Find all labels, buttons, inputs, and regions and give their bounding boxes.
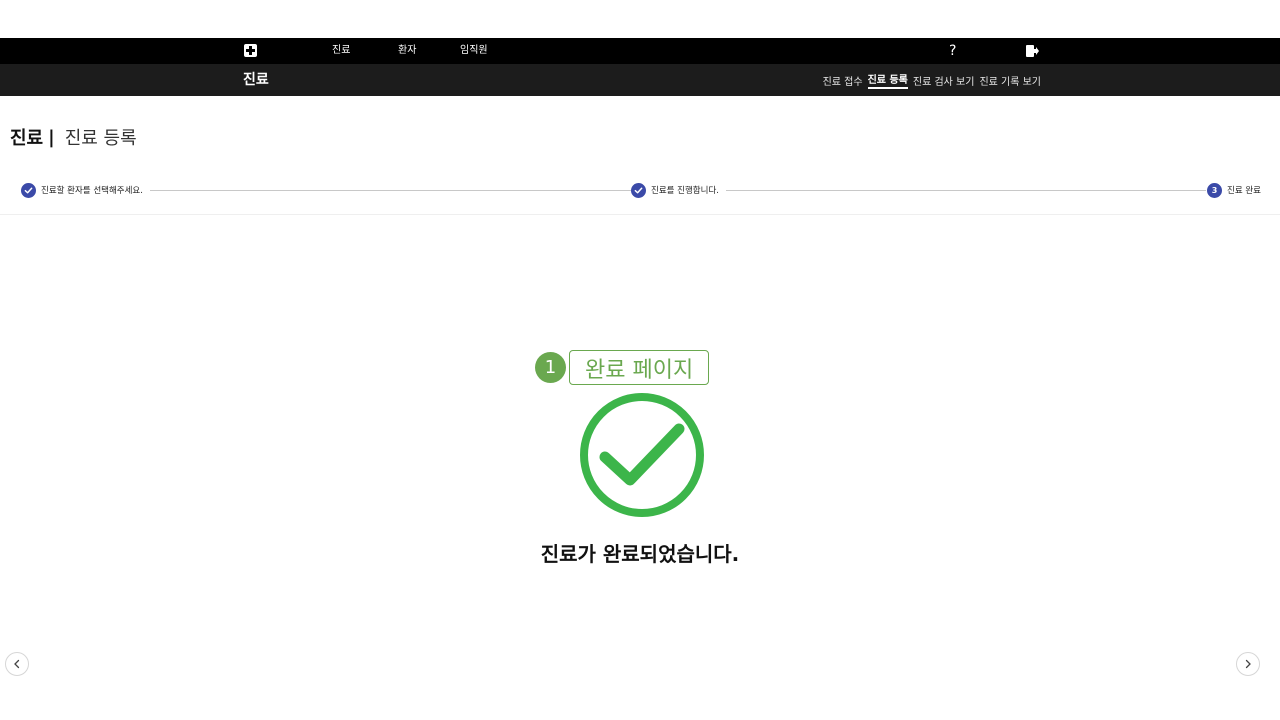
check-icon — [631, 182, 646, 198]
section-bar: 진료 진료 접수 진료 등록 진료 검사 보기 진료 기록 보기 — [0, 64, 1280, 96]
subnav-item-records[interactable]: 진료 기록 보기 — [979, 73, 1041, 88]
subnav-item-reception[interactable]: 진료 접수 — [823, 73, 863, 88]
menu-item-staff[interactable]: 임직원 — [460, 38, 488, 64]
check-circle-icon — [580, 393, 704, 517]
step-label: 진료를 진행합니다. — [651, 186, 719, 196]
page-title-separator: | — [48, 126, 55, 148]
check-icon — [21, 182, 36, 198]
step-in-progress: 진료를 진행합니다. — [631, 182, 719, 198]
menu-item-patients[interactable]: 환자 — [398, 38, 416, 64]
completion-message: 진료가 완료되었습니다. — [540, 542, 740, 566]
subnav-item-exams[interactable]: 진료 검사 보기 — [913, 73, 975, 88]
menu-item-medical[interactable]: 진료 — [332, 38, 350, 64]
step-select-patient: 진료할 환자를 선택해주세요. — [21, 182, 143, 198]
annotation-label: 완료 페이지 — [569, 350, 710, 385]
stepper-connector — [726, 190, 1206, 191]
step-complete: 3 진료 완료 — [1207, 182, 1261, 198]
step-number: 3 — [1207, 182, 1222, 198]
section-title: 진료 — [243, 72, 269, 88]
page-title-main: 진료 — [10, 128, 44, 149]
step-label: 진료할 환자를 선택해주세요. — [41, 186, 143, 196]
section-subnav: 진료 접수 진료 등록 진료 검사 보기 진료 기록 보기 — [823, 64, 1041, 96]
logout-icon[interactable] — [1026, 45, 1039, 57]
medical-cross-icon[interactable] — [244, 44, 257, 57]
annotation-callout: 1 완료 페이지 — [535, 350, 710, 385]
help-icon[interactable]: ? — [949, 38, 956, 64]
annotation-number: 1 — [535, 352, 566, 383]
stepper-connector — [150, 190, 632, 191]
previous-button[interactable] — [5, 652, 29, 676]
step-label: 진료 완료 — [1227, 186, 1261, 196]
chevron-left-icon — [14, 659, 20, 669]
top-navigation-bar: 진료 환자 임직원 ? — [0, 38, 1280, 64]
content-divider — [0, 214, 1280, 215]
page-title: 진료 | 진료 등록 — [10, 126, 137, 150]
subnav-item-register[interactable]: 진료 등록 — [867, 71, 908, 89]
progress-stepper: 진료할 환자를 선택해주세요. 진료를 진행합니다. 3 진료 완료 — [20, 182, 1264, 200]
next-button[interactable] — [1236, 652, 1260, 676]
chevron-right-icon — [1245, 659, 1251, 669]
page-title-sub: 진료 등록 — [64, 128, 137, 149]
